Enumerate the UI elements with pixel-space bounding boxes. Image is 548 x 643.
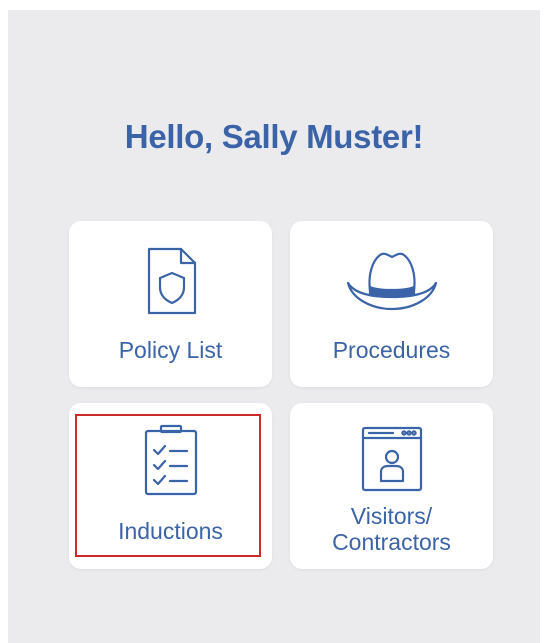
inductions-tile[interactable]: Inductions: [69, 403, 272, 569]
visitor-badge-window-icon: [290, 424, 493, 494]
procedures-label: Procedures: [332, 337, 451, 363]
hard-hat-icon: [290, 249, 493, 315]
policy-list-tile[interactable]: Policy List: [69, 221, 272, 387]
policy-shield-document-icon: [69, 247, 272, 317]
greeting-title: Hello, Sally Muster!: [124, 118, 424, 155]
visitors-label-line: Visitors/: [350, 503, 433, 529]
home-screen: Hello, Sally Muster! Policy List Procedu…: [8, 10, 540, 643]
checklist-clipboard-icon: [69, 424, 272, 496]
inductions-label: Inductions: [118, 518, 223, 544]
policy-list-label: Policy List: [118, 337, 223, 363]
contractors-label-line: Contractors: [332, 529, 451, 555]
visitors-contractors-tile[interactable]: Visitors/ Contractors: [290, 403, 493, 569]
visitors-contractors-label: Visitors/ Contractors: [290, 503, 493, 555]
procedures-tile[interactable]: Procedures: [290, 221, 493, 387]
